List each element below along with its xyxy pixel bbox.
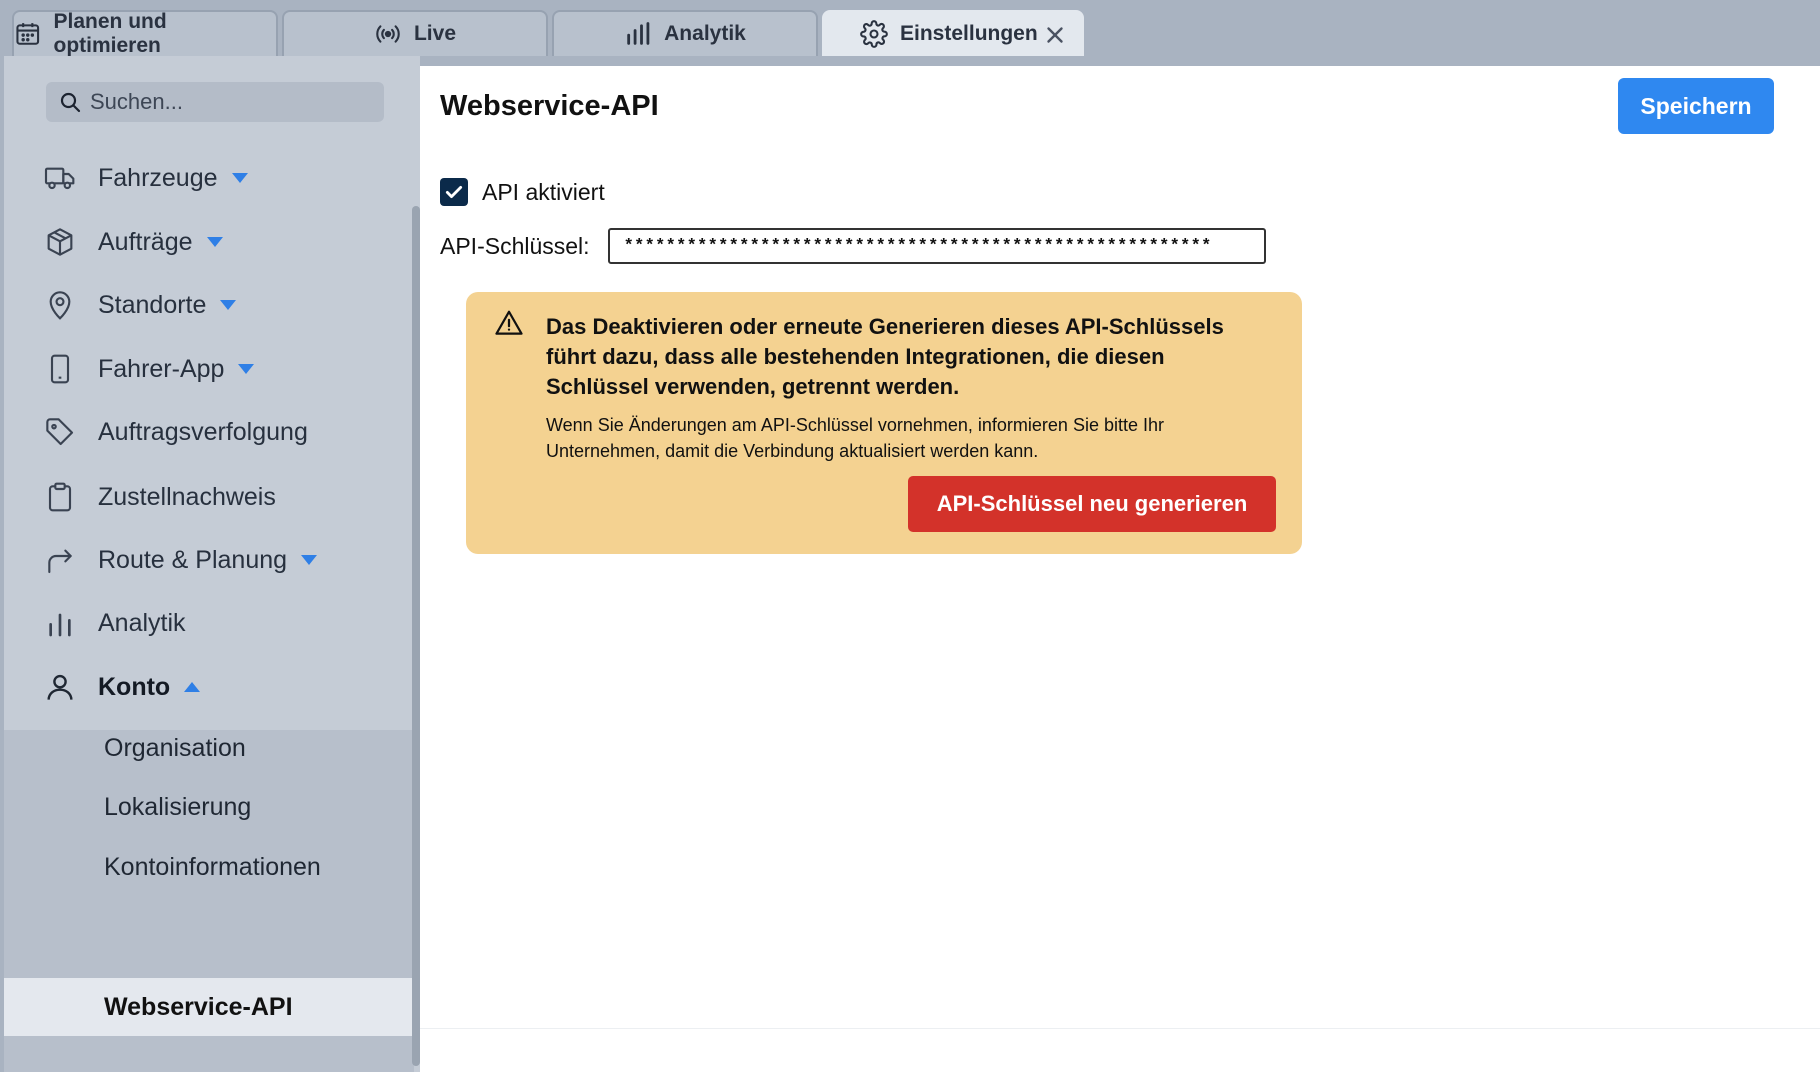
- sidebar-scrollbar[interactable]: [412, 206, 420, 1066]
- api-enabled-label: API aktiviert: [482, 178, 605, 205]
- sidebar-item-label: Konto: [98, 672, 171, 701]
- page-title: Webservice-API: [440, 90, 659, 122]
- checkmark-icon: [445, 186, 463, 198]
- regenerate-api-key-button[interactable]: API-Schlüssel neu generieren: [908, 476, 1276, 532]
- api-key-field[interactable]: ****************************************…: [607, 228, 1266, 264]
- sidebar-subitem-label: Webservice-API: [104, 992, 293, 1021]
- sidebar-item-auftraege[interactable]: Aufträge: [44, 218, 223, 266]
- tab-label: Planen und optimieren: [53, 10, 167, 57]
- sidebar-subitem-label: Organisation: [104, 733, 246, 762]
- sidebar-item-auftragsverfolgung[interactable]: Auftragsverfolgung: [44, 408, 308, 456]
- sidebar-item-label: Analytik: [98, 608, 186, 637]
- truck-icon: [44, 167, 75, 190]
- sidebar-item-label: Route & Planung: [98, 545, 288, 574]
- chevron-up-icon[interactable]: [184, 682, 201, 692]
- warning-title: Das Deaktivieren oder erneute Generieren…: [546, 314, 1224, 399]
- tab-einstellungen[interactable]: Einstellungen: [822, 10, 1084, 56]
- clipboard-icon: [48, 482, 72, 512]
- tab-label: Live: [413, 22, 457, 45]
- api-key-label: API-Schlüssel:: [440, 232, 590, 259]
- search-icon: [60, 92, 81, 113]
- user-icon: [47, 674, 73, 700]
- chevron-down-icon[interactable]: [220, 300, 237, 310]
- calendar-icon: [16, 23, 40, 45]
- warning-triangle-icon: [495, 310, 523, 335]
- sidebar-item-label: Standorte: [98, 290, 207, 319]
- bar-chart-icon: [627, 22, 650, 45]
- warning-body: Wenn Sie Änderungen am API-Schlüssel vor…: [546, 415, 1164, 461]
- sidebar-subitem-organisation[interactable]: Organisation: [104, 728, 246, 768]
- search-input[interactable]: [90, 89, 370, 115]
- sidebar-item-label: Auftragsverfolgung: [98, 417, 308, 446]
- package-icon: [47, 228, 73, 256]
- sidebar-subitem-label: Kontoinformationen: [104, 852, 321, 881]
- divider: [420, 1028, 1820, 1029]
- broadcast-icon: [376, 25, 400, 43]
- tab-planen-und-optimieren[interactable]: Planen und optimieren: [12, 10, 278, 57]
- tab-analytik[interactable]: Analytik: [552, 10, 818, 56]
- chevron-down-icon[interactable]: [231, 173, 248, 183]
- tab-bar: Planen und optimieren Live Analytik Eins…: [0, 0, 1820, 57]
- smartphone-icon: [50, 354, 70, 384]
- warning-box: Das Deaktivieren oder erneute Generieren…: [466, 292, 1302, 554]
- bar-chart-icon: [49, 613, 71, 637]
- chevron-down-icon[interactable]: [238, 364, 255, 374]
- sidebar-item-label: Aufträge: [98, 227, 193, 256]
- chevron-down-icon[interactable]: [301, 555, 318, 565]
- sidebar-subitem-webservice-api[interactable]: Webservice-API: [104, 987, 293, 1027]
- sidebar-subitem-kontoinformationen[interactable]: Kontoinformationen: [104, 847, 321, 887]
- tab-live[interactable]: Live: [282, 10, 548, 56]
- sidebar: Fahrzeuge Aufträge Standorte Fahrer-App …: [4, 56, 420, 1072]
- sidebar-item-zustellnachweis[interactable]: Zustellnachweis: [44, 473, 276, 521]
- sidebar-subitem-label: Lokalisierung: [104, 792, 252, 821]
- chevron-down-icon[interactable]: [206, 237, 223, 247]
- sidebar-item-route-planung[interactable]: Route & Planung: [44, 536, 318, 584]
- sidebar-item-label: Fahrzeuge: [98, 163, 218, 192]
- sidebar-item-label: Zustellnachweis: [98, 482, 276, 511]
- sidebar-item-label: Fahrer-App: [98, 354, 225, 383]
- save-button[interactable]: Speichern: [1618, 78, 1774, 134]
- tag-icon: [46, 418, 74, 446]
- sidebar-item-fahrzeuge[interactable]: Fahrzeuge: [44, 154, 248, 202]
- sidebar-item-konto[interactable]: Konto: [44, 663, 201, 711]
- tab-label: Analytik: [664, 22, 746, 45]
- map-pin-icon: [49, 291, 71, 320]
- sidebar-item-analytik[interactable]: Analytik: [44, 599, 186, 647]
- sidebar-item-fahrer-app[interactable]: Fahrer-App: [44, 345, 255, 393]
- close-icon[interactable]: [1042, 22, 1068, 48]
- search-box[interactable]: [46, 82, 384, 122]
- api-enabled-row: API aktiviert: [440, 178, 605, 206]
- main-panel: Webservice-API Speichern API aktiviert A…: [420, 66, 1820, 1072]
- gear-icon: [860, 20, 888, 48]
- route-arrow-icon: [48, 549, 72, 574]
- tab-label: Einstellungen: [900, 22, 1038, 45]
- api-enabled-checkbox[interactable]: [440, 178, 468, 206]
- sidebar-item-standorte[interactable]: Standorte: [44, 281, 237, 329]
- sidebar-subitem-lokalisierung[interactable]: Lokalisierung: [104, 787, 251, 827]
- api-key-row: API-Schlüssel: *************************…: [440, 228, 1266, 264]
